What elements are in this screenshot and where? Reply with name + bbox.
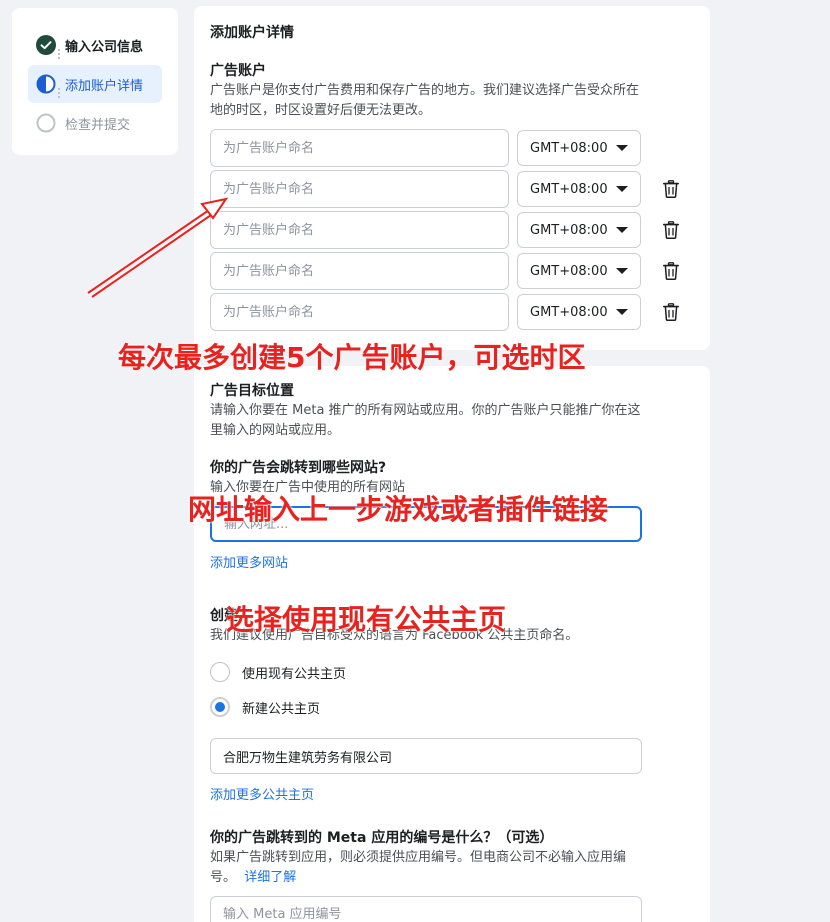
caret-down-icon <box>616 309 628 315</box>
step-label: 添加账户详情 <box>65 78 144 94</box>
trash-icon[interactable] <box>663 262 679 280</box>
step-review-submit[interactable]: 检查并提交 <box>28 104 162 142</box>
ad-account-desc: 广告账户是你支付广告费用和保存广告的地方。我们建议选择广告受众所在 地的时区，时… <box>210 83 640 118</box>
check-circle-icon <box>36 35 56 55</box>
learn-more-link[interactable]: 详细了解 <box>244 868 296 888</box>
account-name-input[interactable] <box>210 170 509 208</box>
account-row: GMT+08:00 <box>210 170 694 208</box>
caret-down-icon <box>616 227 628 233</box>
app-question: 你的广告跳转到的 Meta 应用的编号是什么？（可选） <box>210 830 554 846</box>
card-title: 添加账户详情 <box>210 25 294 41</box>
ad-account-title: 广告账户 <box>210 63 266 79</box>
step-label: 检查并提交 <box>65 117 131 133</box>
website-question: 你的广告会跳转到哪些网站? <box>210 460 387 476</box>
timezone-select[interactable]: GMT+08:00 <box>517 212 641 248</box>
page-name-input[interactable] <box>210 738 642 774</box>
radio-button[interactable] <box>210 662 230 682</box>
account-details-card: 添加账户详情 广告账户 广告账户是你支付广告费用和保存广告的地方。我们建议选择广… <box>194 6 710 350</box>
account-name-input[interactable] <box>210 293 509 331</box>
add-page-link[interactable]: 添加更多公共主页 <box>210 784 314 803</box>
step-connector <box>58 88 60 98</box>
page: 输入公司信息 添加账户详情 检查并提交 添加账户详情 广告账户 广告账户是你支付… <box>0 0 830 922</box>
annotation-accounts-note: 每次最多创建5个广告账户，可选时区 <box>118 341 586 374</box>
ad-target-title: 广告目标位置 <box>210 383 294 399</box>
account-row: GMT+08:00 <box>210 252 694 290</box>
trash-icon[interactable] <box>663 221 679 239</box>
empty-circle-icon <box>36 113 56 133</box>
radio-button-selected[interactable] <box>210 697 230 717</box>
account-name-input[interactable] <box>210 129 509 167</box>
account-name-input[interactable] <box>210 211 509 249</box>
account-row: GMT+08:00 <box>210 293 694 331</box>
ad-target-desc: 请输入你要在 Meta 推广的所有网站或应用。你的广告账户只能推广你在这 里输入… <box>210 403 641 438</box>
annotation-page-note: 选择使用现有公共主页 <box>226 603 507 636</box>
caret-down-icon <box>616 186 628 192</box>
radio-existing-page[interactable]: 使用现有公共主页 <box>210 660 694 684</box>
account-row: GMT+08:00 <box>210 129 694 167</box>
radio-new-page[interactable]: 新建公共主页 <box>210 695 694 719</box>
account-row: GMT+08:00 <box>210 211 694 249</box>
app-id-input[interactable] <box>210 896 642 922</box>
account-name-input[interactable] <box>210 252 509 290</box>
step-label: 输入公司信息 <box>65 39 144 55</box>
half-circle-icon <box>36 74 56 94</box>
ad-targets-card: 广告目标位置 请输入你要在 Meta 推广的所有网站或应用。你的广告账户只能推广… <box>194 366 710 922</box>
annotation-website-note: 网址输入上一步游戏或者插件链接 <box>188 493 609 526</box>
stepper: 输入公司信息 添加账户详情 检查并提交 <box>12 8 178 155</box>
caret-down-icon <box>616 145 628 151</box>
trash-icon[interactable] <box>663 303 679 321</box>
app-desc: 如果广告跳转到应用，则必须提供应用编号。但电商公司不必输入应用编 号。 详细了解 <box>210 848 694 888</box>
timezone-select[interactable]: GMT+08:00 <box>517 171 641 207</box>
timezone-select[interactable]: GMT+08:00 <box>517 130 641 166</box>
timezone-select[interactable]: GMT+08:00 <box>517 294 641 330</box>
timezone-select[interactable]: GMT+08:00 <box>517 253 641 289</box>
add-website-link[interactable]: 添加更多网站 <box>210 552 288 571</box>
step-connector <box>58 49 60 59</box>
caret-down-icon <box>616 268 628 274</box>
step-account-details[interactable]: 添加账户详情 <box>28 65 162 103</box>
trash-icon[interactable] <box>663 180 679 198</box>
step-company-info[interactable]: 输入公司信息 <box>28 26 162 64</box>
